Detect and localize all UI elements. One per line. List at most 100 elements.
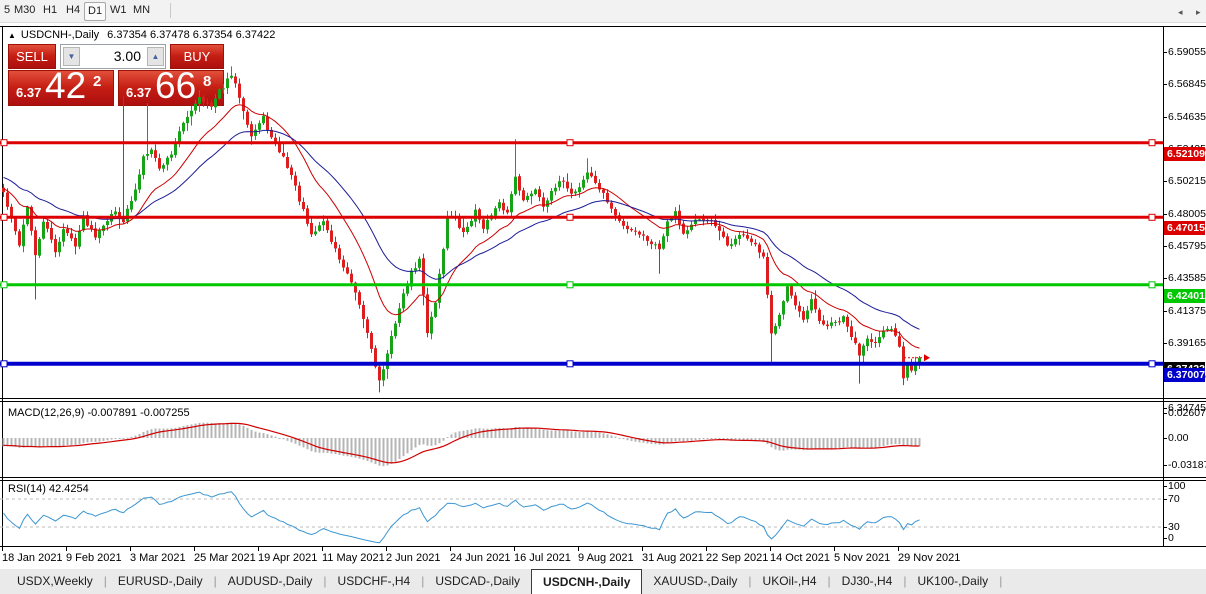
macd-tick-label: 0.02607 [1168,407,1206,419]
macd-tick-dash [1163,465,1167,466]
date-axis[interactable]: 18 Jan 20219 Feb 20213 Mar 202125 Mar 20… [0,546,1206,570]
candles-group [2,66,921,392]
macd-tick-dash [1163,438,1167,439]
rsi-tick-dash [1163,486,1167,487]
date-tick [514,547,515,551]
date-label: 24 Jun 2021 [450,552,511,564]
date-label: 11 May 2021 [322,552,385,564]
price-tick-label: 6.45795 [1168,240,1206,252]
timeframe-mn[interactable]: MN [130,2,153,19]
date-tick [2,547,3,551]
hline-6-42401[interactable] [0,282,1163,288]
date-label: 18 Jan 2021 [2,552,63,564]
date-tick [834,547,835,551]
rsi-indicator-panel[interactable] [0,481,1163,545]
trading-terminal-window: 5M30H1H4D1W1MN ▲USDCNH-,Daily6.37354 6.3… [0,0,1206,594]
date-tick [258,547,259,551]
timeframe-m30[interactable]: M30 [11,2,38,19]
macd-tick-label: -0.03187 [1168,459,1206,471]
timeframe-w1[interactable]: W1 [107,2,130,19]
tabs-scroll-left-icon[interactable]: ◂ [1178,7,1183,18]
rsi-line [4,492,920,543]
date-tick [194,547,195,551]
date-tick [130,547,131,551]
rsi-tick-label: 0 [1168,532,1174,544]
tab-usdx-weekly[interactable]: USDX,Weekly [6,569,104,594]
date-tick [322,547,323,551]
main-price-chart[interactable] [0,26,1163,398]
splitter-main-macd-2[interactable] [0,401,1206,402]
price-tick-label: 6.43585 [1168,272,1206,284]
tab-audusd-daily[interactable]: AUDUSD-,Daily [217,569,324,594]
rsi-tick-dash [1163,538,1167,539]
price-tick-dash [1163,84,1167,85]
date-label: 19 Apr 2021 [258,552,317,564]
date-label: 29 Nov 2021 [898,552,960,564]
macd-signal-line [4,423,920,463]
rsi-svg [0,481,1163,545]
price-tick-label: 6.41375 [1168,305,1206,317]
rsi-tick-label: 70 [1168,493,1180,505]
tab-xauusd-daily[interactable]: XAUUSD-,Daily [642,569,748,594]
date-label: 9 Aug 2021 [578,552,634,564]
rsi-label: RSI(14) 42.4254 [8,483,89,495]
price-tick-dash [1163,246,1167,247]
price-tick-dash [1163,214,1167,215]
price-badge-6-47015: 6.47015 [1164,221,1205,235]
tab-separator: | [999,569,1002,594]
tab-usdcad-daily[interactable]: USDCAD-,Daily [424,569,531,594]
date-tick [898,547,899,551]
timeframe-d1[interactable]: D1 [84,2,106,21]
date-tick [386,547,387,551]
macd-tick-dash [1163,413,1167,414]
macd-tick-label: 0.00 [1168,432,1188,444]
tab-uk100-daily[interactable]: UK100-,Daily [906,569,999,594]
date-label: 9 Feb 2021 [66,552,122,564]
date-tick [706,547,707,551]
timeframe-h1[interactable]: H1 [40,2,60,19]
timeframe-h4[interactable]: H4 [63,2,83,19]
date-label: 2 Jun 2021 [386,552,440,564]
price-tick-dash [1163,408,1167,409]
price-tick-dash [1163,311,1167,312]
tab-ukoil-h4[interactable]: UKOil-,H4 [752,569,828,594]
tab-dj30-h4[interactable]: DJ30-,H4 [831,569,904,594]
price-tick-dash [1163,278,1167,279]
hline-6-37007[interactable] [0,361,1163,367]
tabs-scroll-right-icon[interactable]: ▸ [1196,7,1201,18]
price-tick-dash [1163,117,1167,118]
hline-6-47015[interactable] [0,214,1163,220]
last-price-marker [904,354,930,361]
date-tick [642,547,643,551]
rsi-tick-label: 100 [1168,480,1186,492]
price-badge-6-37007: 6.37007 [1164,368,1205,382]
rsi-tick-dash [1163,527,1167,528]
date-label: 31 Aug 2021 [642,552,704,564]
price-tick-label: 6.50215 [1168,175,1206,187]
price-tick-dash [1163,181,1167,182]
price-tick-dash [1163,343,1167,344]
tab-usdchf-h4[interactable]: USDCHF-,H4 [327,569,422,594]
price-tick-label: 6.56845 [1168,78,1206,90]
macd-label: MACD(12,26,9) -0.007891 -0.007255 [8,407,190,419]
price-tick-label: 6.48005 [1168,208,1206,220]
candlestick-svg [0,26,1163,398]
tab-usdcnh-daily[interactable]: USDCNH-,Daily [531,569,642,594]
macd-histogram [3,423,921,467]
splitter-main-macd[interactable] [0,398,1206,399]
price-tick-label: 6.54635 [1168,111,1206,123]
splitter-macd-rsi[interactable] [0,477,1206,478]
price-tick-label: 6.59055 [1168,46,1206,58]
price-tick-label: 6.39165 [1168,337,1206,349]
slow-ma-line [4,130,920,329]
price-axis[interactable]: 6.590556.568456.546356.524256.502156.480… [1163,26,1206,568]
chart-tab-bar: USDX,Weekly|EURUSD-,Daily|AUDUSD-,Daily|… [0,569,1206,594]
date-label: 16 Jul 2021 [514,552,571,564]
price-badge-6-52109: 6.52109 [1164,147,1205,161]
date-tick [578,547,579,551]
date-tick [450,547,451,551]
tab-eurusd-daily[interactable]: EURUSD-,Daily [107,569,214,594]
date-tick [66,547,67,551]
rsi-tick-dash [1163,499,1167,500]
timeframe-toolbar: 5M30H1H4D1W1MN [0,0,1206,23]
